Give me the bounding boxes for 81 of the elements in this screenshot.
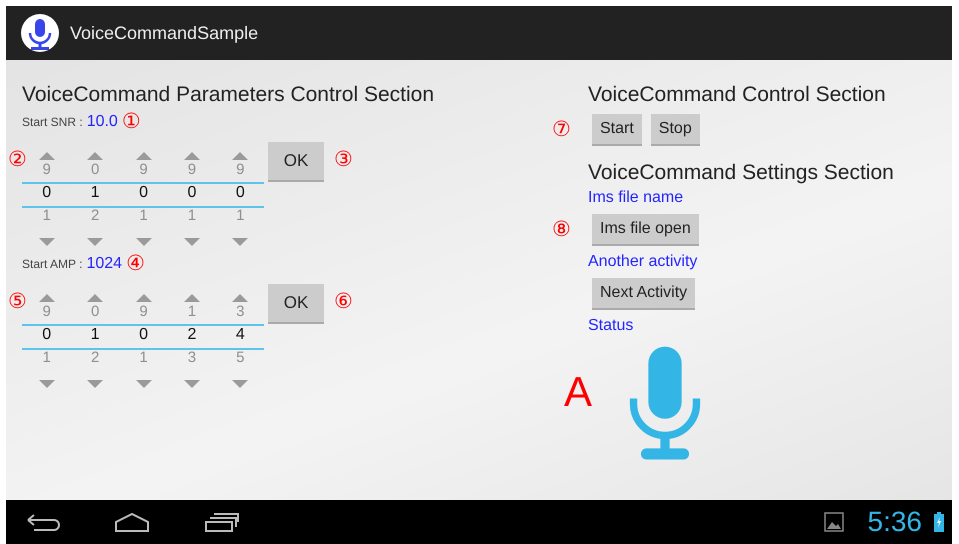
picker-next-digit: 1 xyxy=(188,206,196,226)
decrement-arrow-icon[interactable] xyxy=(38,238,55,246)
picker-next-digit: 1 xyxy=(236,206,244,226)
picker-previous-digit: 9 xyxy=(42,160,51,180)
increment-arrow-icon[interactable] xyxy=(136,152,152,160)
increment-arrow-icon[interactable] xyxy=(38,294,55,302)
field-label: Start SNR : xyxy=(22,115,83,129)
annotation-marker: ⑧ xyxy=(552,218,571,242)
picker-previous-digit: 9 xyxy=(139,160,148,180)
battery-icon xyxy=(934,512,944,532)
picker-next-digit: 1 xyxy=(139,206,148,226)
picker-previous-digit: 0 xyxy=(90,160,100,180)
picker-digit: 2 xyxy=(187,325,196,345)
picker-previous-digit: 0 xyxy=(90,302,100,322)
decrement-arrow-icon[interactable] xyxy=(38,380,55,388)
picker-previous-digit: 1 xyxy=(188,302,196,322)
increment-arrow-icon[interactable] xyxy=(184,294,200,302)
field-label: Start AMP : xyxy=(22,257,82,271)
annotation-marker: ④ xyxy=(126,252,145,276)
activity-label: Another activity xyxy=(588,252,698,272)
increment-arrow-icon[interactable] xyxy=(136,294,152,302)
picker-next-digit: 1 xyxy=(139,348,148,368)
app-title: VoiceCommandSample xyxy=(70,22,258,44)
section-heading: VoiceCommand Control Section xyxy=(588,82,887,108)
file-open-button[interactable]: Ims file open xyxy=(592,214,699,246)
section-heading: VoiceCommand Parameters Control Section xyxy=(22,82,436,108)
annotation-marker: ③ xyxy=(334,148,353,172)
decrement-arrow-icon[interactable] xyxy=(184,380,200,388)
picker-previous-digit: 9 xyxy=(236,160,244,180)
ok-button[interactable]: OK xyxy=(268,284,324,324)
next-activity-button[interactable]: Next Activity xyxy=(592,278,696,310)
field-value: 1024 xyxy=(86,255,122,273)
picker-digit: 1 xyxy=(90,325,100,345)
control-button[interactable]: Start xyxy=(592,114,642,146)
picker-digit: 0 xyxy=(236,183,245,203)
decrement-arrow-icon[interactable] xyxy=(136,238,152,246)
annotation-marker: ⑥ xyxy=(334,290,353,314)
increment-arrow-icon[interactable] xyxy=(232,294,248,302)
decrement-arrow-icon[interactable] xyxy=(184,238,200,246)
picker-digit: 0 xyxy=(187,183,196,203)
picker-next-digit: 2 xyxy=(90,206,100,226)
picker-next-digit: 5 xyxy=(236,348,244,368)
picker-digit: 0 xyxy=(139,183,148,203)
annotation-marker: ② xyxy=(8,148,27,172)
increment-arrow-icon[interactable] xyxy=(87,294,104,302)
picker-previous-digit: 9 xyxy=(42,302,51,322)
control-button[interactable]: Stop xyxy=(650,114,700,146)
picker-digit: 4 xyxy=(236,325,245,345)
picker-digit: 0 xyxy=(42,183,52,203)
clock-time: 5:36 xyxy=(868,506,922,538)
picker-next-digit: 1 xyxy=(42,348,51,368)
picker-previous-digit: 9 xyxy=(188,160,196,180)
picker-digit: 0 xyxy=(139,325,148,345)
image-icon xyxy=(824,512,844,532)
increment-arrow-icon[interactable] xyxy=(184,152,200,160)
home-icon[interactable] xyxy=(112,512,152,532)
ok-button[interactable]: OK xyxy=(268,142,324,182)
picker-previous-digit: 3 xyxy=(236,302,244,322)
microphone-app-icon xyxy=(20,13,60,53)
annotation-marker: ⑤ xyxy=(8,290,27,314)
decrement-arrow-icon[interactable] xyxy=(87,380,104,388)
file-name-label: Ims file name xyxy=(588,188,684,208)
increment-arrow-icon[interactable] xyxy=(38,152,55,160)
annotation-marker: ① xyxy=(122,110,141,134)
decrement-arrow-icon[interactable] xyxy=(136,380,152,388)
decrement-arrow-icon[interactable] xyxy=(87,238,104,246)
picker-next-digit: 2 xyxy=(90,348,100,368)
increment-arrow-icon[interactable] xyxy=(87,152,104,160)
picker-digit: 0 xyxy=(42,325,52,345)
decrement-arrow-icon[interactable] xyxy=(232,380,248,388)
field-value: 10.0 xyxy=(86,113,118,131)
annotation-letter: A xyxy=(564,368,592,416)
status-label: Status xyxy=(588,316,634,336)
picker-next-digit: 1 xyxy=(42,206,51,226)
annotation-marker: ⑦ xyxy=(552,118,571,142)
section-heading: VoiceCommand Settings Section xyxy=(588,160,895,186)
picker-digit: 1 xyxy=(90,183,100,203)
increment-arrow-icon[interactable] xyxy=(232,152,248,160)
picker-previous-digit: 9 xyxy=(139,302,148,322)
decrement-arrow-icon[interactable] xyxy=(232,238,248,246)
picker-next-digit: 3 xyxy=(188,348,196,368)
